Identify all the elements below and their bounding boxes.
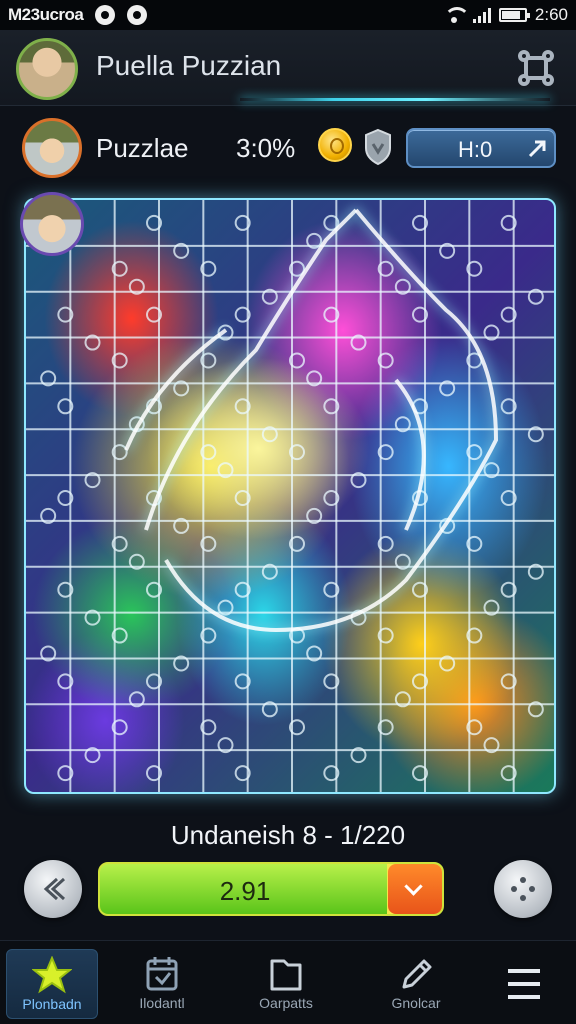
dice-icon: [511, 877, 535, 901]
lightning-effect: [124, 328, 228, 451]
status-bar: M23ucroa 2:60: [0, 0, 576, 30]
player-name: Puzzlae: [96, 133, 189, 163]
nav-item-home[interactable]: Plonbadn: [6, 949, 98, 1019]
carrier-name: M23ucroa: [8, 5, 84, 24]
timer-display[interactable]: H:0: [406, 128, 556, 168]
nav-item-menu[interactable]: [478, 949, 570, 1019]
settings-icon[interactable]: [516, 48, 556, 88]
player-avatar[interactable]: [22, 118, 82, 178]
progress-label: Undaneish 8 - 1/220: [170, 820, 406, 850]
nav-label: Plonbadn: [22, 996, 82, 1012]
shield-icon[interactable]: [364, 128, 392, 166]
notification-icon: [127, 5, 148, 25]
nav-item-edit[interactable]: Gnolcar: [370, 949, 462, 1019]
coin-icon[interactable]: [318, 128, 352, 162]
bottom-navigation: Plonbadn Ilodantl Oarpatts Gnolcar: [0, 940, 576, 1024]
folder-icon: [270, 959, 302, 991]
nav-item-calendar[interactable]: Ilodantl: [116, 949, 208, 1019]
star-icon: [32, 956, 72, 994]
clock: 2:60: [534, 5, 568, 24]
lightning-effect: [394, 378, 426, 531]
puzzle-grid: [26, 200, 554, 792]
nav-label: Oarpatts: [259, 995, 313, 1011]
wifi-icon: [443, 7, 470, 23]
app-header: Puella Puzzian: [0, 30, 576, 106]
nav-label: Ilodantl: [139, 995, 185, 1011]
opponent-avatar[interactable]: [20, 192, 84, 256]
back-button[interactable]: [24, 860, 82, 918]
expand-arrow-icon: [528, 140, 546, 158]
chevron-left-icon: [43, 877, 66, 901]
player-score: 3:0%: [236, 133, 296, 163]
nav-item-folder[interactable]: Oarpatts: [240, 949, 332, 1019]
profile-avatar[interactable]: [16, 38, 78, 100]
timer-value: H:0: [458, 137, 493, 162]
nav-label: Gnolcar: [391, 995, 441, 1011]
app-title: Puella Puzzian: [96, 50, 282, 81]
menu-icon: [508, 969, 540, 999]
dice-button[interactable]: [494, 860, 552, 918]
puzzle-board[interactable]: [24, 198, 556, 794]
signal-icon: [472, 7, 491, 23]
battery-icon: [498, 8, 530, 22]
notification-icon: [95, 5, 116, 25]
progress-bar: 2.91: [98, 862, 444, 916]
calendar-icon: [146, 957, 178, 991]
header-glow-divider: [240, 98, 550, 101]
progress-next-button[interactable]: [388, 864, 442, 914]
progress-value: 2.91: [219, 876, 271, 906]
pencil-icon: [402, 959, 432, 989]
